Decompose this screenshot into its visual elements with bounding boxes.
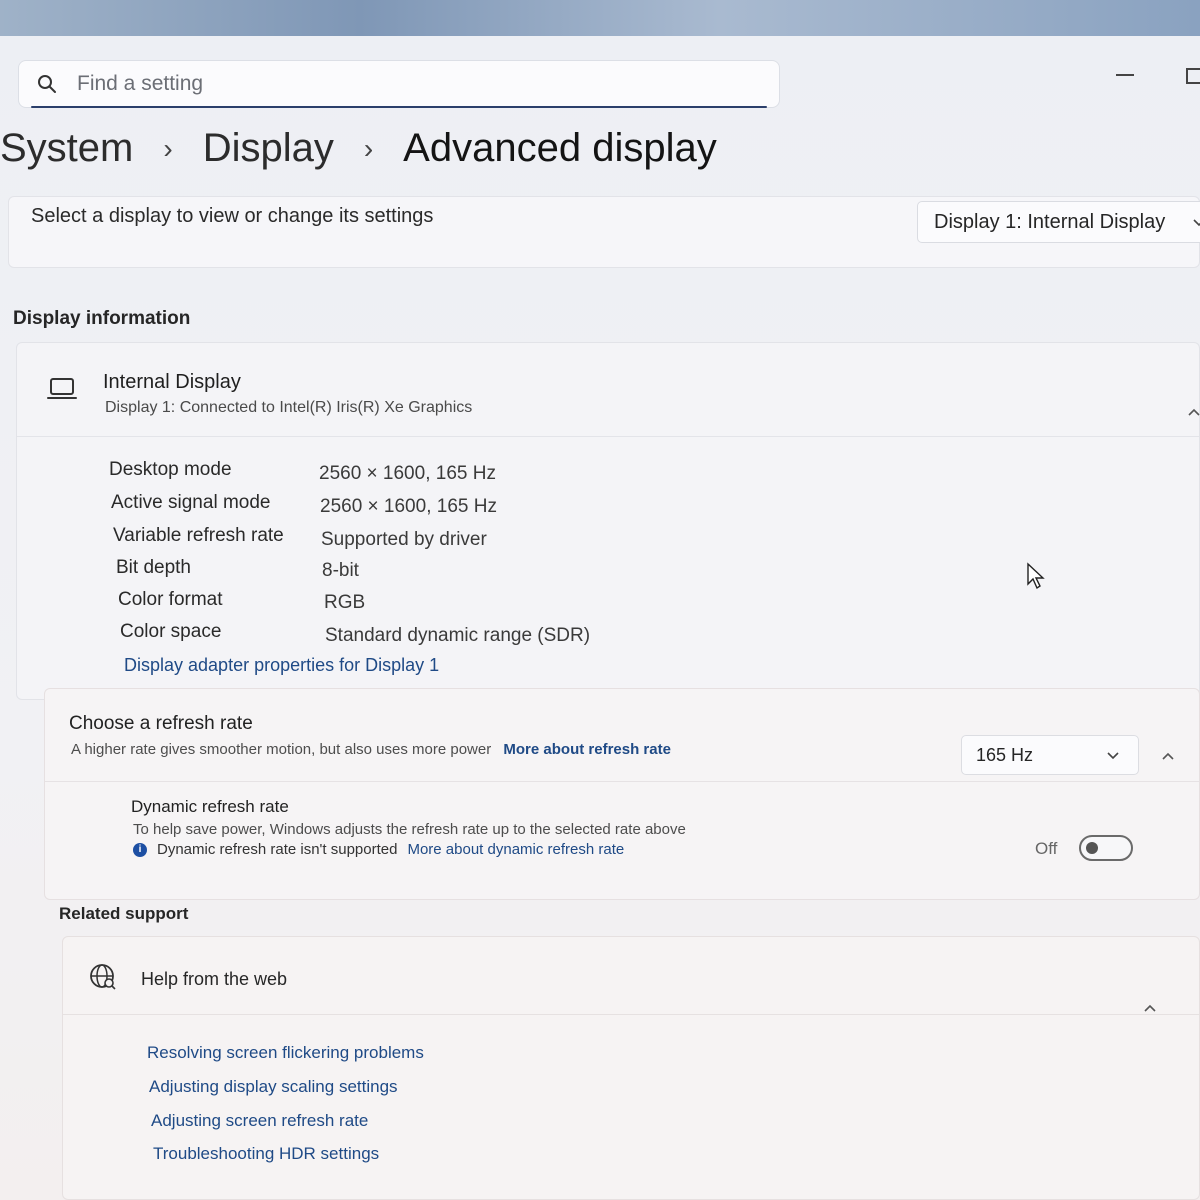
help-link[interactable]: Adjusting display scaling settings (149, 1077, 398, 1097)
search-box[interactable]: Find a setting (18, 60, 780, 108)
select-display-label: Select a display to view or change its s… (31, 205, 434, 227)
minimize-button[interactable] (1116, 74, 1134, 76)
chevron-up-icon[interactable] (1161, 751, 1175, 761)
refresh-rate-title: Choose a refresh rate (69, 713, 253, 734)
help-from-web-title: Help from the web (141, 969, 288, 989)
more-about-dynamic-refresh-link[interactable]: More about dynamic refresh rate (407, 841, 624, 858)
display-information-header[interactable]: Internal Display Display 1: Connected to… (17, 343, 1200, 437)
breadcrumb-display[interactable]: Display (203, 126, 334, 171)
breadcrumb: System › Display › Advanced display (0, 126, 717, 171)
chevron-right-icon: › (163, 132, 173, 164)
dynamic-refresh-description: To help save power, Windows adjusts the … (133, 821, 686, 838)
property-label: Bit depth (116, 557, 191, 578)
settings-window: Find a setting System › Display › Advanc… (0, 36, 1200, 1200)
chevron-up-icon[interactable] (1143, 1003, 1157, 1013)
info-icon: i (133, 842, 147, 857)
property-value: 2560 × 1600, 165 Hz (319, 463, 496, 484)
property-value: 8-bit (322, 560, 359, 581)
display-information-heading: Display information (13, 308, 191, 329)
property-value: RGB (324, 592, 366, 613)
display-information-card: Internal Display Display 1: Connected to… (16, 342, 1200, 700)
refresh-rate-description-text: A higher rate gives smoother motion, but… (71, 741, 492, 758)
dynamic-refresh-warning: i Dynamic refresh rate isn't supported M… (133, 841, 624, 858)
more-about-refresh-rate-link[interactable]: More about refresh rate (503, 741, 671, 758)
related-support-heading: Related support (59, 904, 189, 923)
property-value: 2560 × 1600, 165 Hz (320, 496, 497, 517)
help-link[interactable]: Troubleshooting HDR settings (153, 1144, 379, 1164)
select-display-card: Select a display to view or change its s… (8, 196, 1200, 268)
toggle-state-label: Off (1035, 839, 1058, 858)
display-name: Internal Display (103, 371, 241, 393)
mouse-pointer-icon (1027, 562, 1045, 590)
display-dropdown-value: Display 1: Internal Display (934, 210, 1166, 233)
toggle-knob (1086, 842, 1098, 854)
property-label: Variable refresh rate (113, 525, 284, 546)
chevron-up-icon[interactable] (1187, 407, 1200, 417)
dynamic-refresh-title: Dynamic refresh rate (131, 797, 289, 816)
page-title: Advanced display (403, 126, 717, 170)
property-value: Supported by driver (321, 529, 487, 550)
dynamic-refresh-warning-text: Dynamic refresh rate isn't supported (157, 841, 398, 858)
chevron-down-icon (1107, 752, 1119, 760)
property-label: Color space (120, 621, 222, 642)
refresh-rate-card: Choose a refresh rate A higher rate give… (44, 688, 1200, 900)
divider (45, 781, 1199, 782)
refresh-rate-dropdown[interactable]: 165 Hz (961, 735, 1139, 775)
search-icon (38, 75, 56, 93)
maximize-button[interactable] (1186, 68, 1200, 84)
desktop-background (0, 0, 1200, 36)
property-label: Active signal mode (111, 492, 271, 513)
help-link[interactable]: Resolving screen flickering problems (147, 1043, 424, 1063)
display-connection: Display 1: Connected to Intel(R) Iris(R)… (105, 399, 473, 416)
property-label: Desktop mode (109, 459, 232, 480)
display-adapter-properties-link[interactable]: Display adapter properties for Display 1 (124, 655, 439, 676)
property-label: Color format (118, 589, 223, 610)
search-input[interactable]: Find a setting (77, 72, 203, 96)
help-from-web-card: Help from the web Resolving screen flick… (62, 936, 1200, 1200)
refresh-rate-value: 165 Hz (976, 744, 1034, 765)
refresh-rate-description: A higher rate gives smoother motion, but… (71, 741, 671, 758)
property-value: Standard dynamic range (SDR) (325, 625, 591, 646)
dynamic-refresh-toggle[interactable] (1079, 835, 1133, 861)
chevron-right-icon: › (363, 132, 374, 164)
globe-icon (90, 964, 116, 990)
display-dropdown[interactable]: Display 1: Internal Display (917, 201, 1200, 243)
help-from-web-header[interactable]: Help from the web (63, 937, 1199, 1015)
breadcrumb-system[interactable]: System (0, 126, 133, 171)
chevron-down-icon (1193, 219, 1200, 227)
help-link[interactable]: Adjusting screen refresh rate (151, 1111, 368, 1131)
laptop-icon (47, 378, 77, 399)
